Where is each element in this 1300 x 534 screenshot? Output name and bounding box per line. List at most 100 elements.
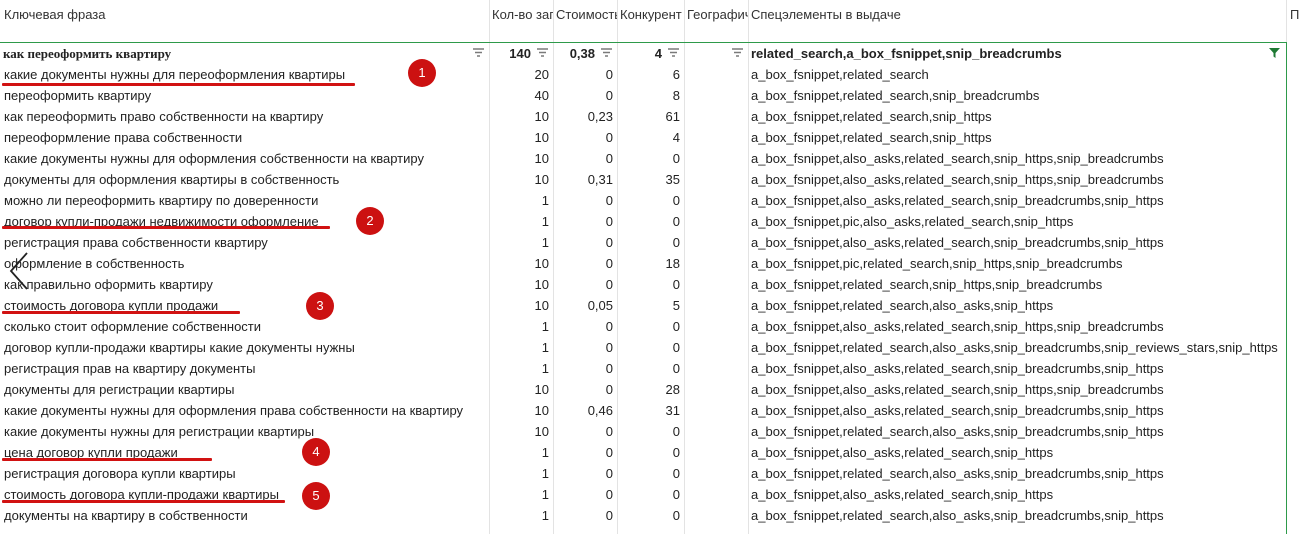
filter-icon[interactable] bbox=[732, 48, 743, 58]
competition-cell[interactable]: 35 bbox=[617, 169, 684, 190]
special-cell[interactable]: a_box_fsnippet,also_asks,related_search,… bbox=[748, 379, 1286, 400]
competition-cell[interactable]: 0 bbox=[617, 337, 684, 358]
count-cell[interactable]: 10 bbox=[489, 295, 553, 316]
cost-cell[interactable]: 0 bbox=[553, 190, 617, 211]
special-cell[interactable]: a_box_fsnippet,also_asks,related_search,… bbox=[748, 400, 1286, 421]
header-count[interactable]: Кол-во заг bbox=[489, 4, 553, 25]
special-cell[interactable]: a_box_fsnippet,also_asks,related_search,… bbox=[748, 232, 1286, 253]
cost-cell[interactable]: 0 bbox=[553, 379, 617, 400]
cost-cell[interactable]: 0 bbox=[553, 442, 617, 463]
cost-cell[interactable]: 0,23 bbox=[553, 106, 617, 127]
count-cell[interactable]: 10 bbox=[489, 106, 553, 127]
count-cell[interactable]: 1 bbox=[489, 190, 553, 211]
filter-icon[interactable] bbox=[668, 48, 679, 58]
special-cell[interactable]: a_box_fsnippet,also_asks,related_search,… bbox=[748, 442, 1286, 463]
header-phrase[interactable]: Ключевая фраза bbox=[0, 4, 489, 25]
competition-cell[interactable]: 0 bbox=[617, 463, 684, 484]
special-cell[interactable]: a_box_fsnippet,related_search,snip_https… bbox=[748, 274, 1286, 295]
cost-cell[interactable]: 0 bbox=[553, 253, 617, 274]
cost-cell[interactable]: 0 bbox=[553, 337, 617, 358]
count-cell[interactable]: 10 bbox=[489, 253, 553, 274]
cost-cell[interactable]: 0 bbox=[553, 421, 617, 442]
cost-cell[interactable]: 0,31 bbox=[553, 169, 617, 190]
header-cost[interactable]: Стоимость bbox=[553, 4, 617, 25]
phrase-cell[interactable]: документы для регистрации квартиры bbox=[0, 379, 489, 400]
count-cell[interactable]: 20 bbox=[489, 64, 553, 85]
count-cell[interactable]: 1 bbox=[489, 505, 553, 526]
competition-cell[interactable]: 31 bbox=[617, 400, 684, 421]
count-cell[interactable]: 10 bbox=[489, 148, 553, 169]
phrase-cell[interactable]: документы для оформления квартиры в собс… bbox=[0, 169, 489, 190]
competition-cell[interactable]: 0 bbox=[617, 316, 684, 337]
phrase-cell[interactable]: можно ли переоформить квартиру по довере… bbox=[0, 190, 489, 211]
cost-cell[interactable]: 0 bbox=[553, 358, 617, 379]
competition-cell[interactable]: 5 bbox=[617, 295, 684, 316]
special-cell[interactable]: a_box_fsnippet,also_asks,related_search,… bbox=[748, 190, 1286, 211]
filter-icon[interactable] bbox=[601, 48, 612, 58]
filter-icon[interactable] bbox=[473, 48, 484, 58]
filter-active-icon[interactable] bbox=[1269, 48, 1280, 58]
header-competition[interactable]: Конкурент bbox=[617, 4, 684, 25]
competition-cell[interactable]: 8 bbox=[617, 85, 684, 106]
cost-cell[interactable]: 0 bbox=[553, 316, 617, 337]
cost-cell[interactable]: 0 bbox=[553, 274, 617, 295]
phrase-cell[interactable]: какие документы нужны для оформления пра… bbox=[0, 400, 489, 421]
count-cell[interactable]: 1 bbox=[489, 211, 553, 232]
count-cell[interactable]: 1 bbox=[489, 232, 553, 253]
special-cell[interactable]: a_box_fsnippet,related_search,also_asks,… bbox=[748, 463, 1286, 484]
header-special[interactable]: Спецэлементы в выдаче bbox=[748, 4, 1286, 25]
cost-cell[interactable]: 0 bbox=[553, 211, 617, 232]
count-cell[interactable]: 10 bbox=[489, 421, 553, 442]
competition-cell[interactable]: 6 bbox=[617, 64, 684, 85]
count-cell[interactable]: 10 bbox=[489, 400, 553, 421]
phrase-cell[interactable]: договор купли-продажи квартиры какие док… bbox=[0, 337, 489, 358]
special-cell[interactable]: a_box_fsnippet,related_search,also_asks,… bbox=[748, 505, 1286, 526]
special-cell[interactable]: a_box_fsnippet,related_search bbox=[748, 64, 1286, 85]
phrase-cell[interactable]: переоформить квартиру bbox=[0, 85, 489, 106]
phrase-cell[interactable]: регистрация договора купли квартиры bbox=[0, 463, 489, 484]
competition-cell[interactable]: 18 bbox=[617, 253, 684, 274]
filter-icon[interactable] bbox=[537, 48, 548, 58]
count-cell[interactable]: 10 bbox=[489, 379, 553, 400]
count-cell[interactable]: 1 bbox=[489, 316, 553, 337]
cost-cell[interactable]: 0,05 bbox=[553, 295, 617, 316]
count-cell[interactable]: 1 bbox=[489, 358, 553, 379]
count-cell[interactable]: 1 bbox=[489, 337, 553, 358]
count-cell[interactable]: 1 bbox=[489, 484, 553, 505]
cost-cell[interactable]: 0 bbox=[553, 64, 617, 85]
special-cell[interactable]: a_box_fsnippet,related_search,snip_https bbox=[748, 127, 1286, 148]
phrase-cell[interactable]: документы на квартиру в собственности bbox=[0, 505, 489, 526]
phrase-cell[interactable]: какие документы нужны для регистрации кв… bbox=[0, 421, 489, 442]
special-cell[interactable]: a_box_fsnippet,related_search,also_asks,… bbox=[748, 337, 1286, 358]
phrase-cell[interactable]: регистрация прав на квартиру документы bbox=[0, 358, 489, 379]
special-cell[interactable]: a_box_fsnippet,also_asks,related_search,… bbox=[748, 148, 1286, 169]
special-cell[interactable]: a_box_fsnippet,pic,also_asks,related_sea… bbox=[748, 211, 1286, 232]
cost-cell[interactable]: 0 bbox=[553, 505, 617, 526]
count-cell[interactable]: 10 bbox=[489, 169, 553, 190]
count-cell[interactable]: 10 bbox=[489, 127, 553, 148]
count-cell[interactable]: 10 bbox=[489, 274, 553, 295]
special-cell[interactable]: a_box_fsnippet,related_search,snip_bread… bbox=[748, 85, 1286, 106]
cost-cell[interactable]: 0 bbox=[553, 232, 617, 253]
phrase-cell[interactable]: сколько стоит оформление собственности bbox=[0, 316, 489, 337]
special-cell[interactable]: a_box_fsnippet,pic,related_search,snip_h… bbox=[748, 253, 1286, 274]
phrase-cell[interactable]: регистрация права собственности квартиру bbox=[0, 232, 489, 253]
phrase-cell[interactable]: оформление в собственность bbox=[0, 253, 489, 274]
special-cell[interactable]: a_box_fsnippet,related_search,snip_https bbox=[748, 106, 1286, 127]
special-cell[interactable]: a_box_fsnippet,also_asks,related_search,… bbox=[748, 484, 1286, 505]
phrase-cell[interactable]: переоформление права собственности bbox=[0, 127, 489, 148]
count-cell[interactable]: 40 bbox=[489, 85, 553, 106]
competition-cell[interactable]: 0 bbox=[617, 274, 684, 295]
competition-cell[interactable]: 28 bbox=[617, 379, 684, 400]
phrase-cell[interactable]: как переоформить право собственности на … bbox=[0, 106, 489, 127]
special-cell[interactable]: a_box_fsnippet,also_asks,related_search,… bbox=[748, 358, 1286, 379]
cost-cell[interactable]: 0,46 bbox=[553, 400, 617, 421]
cost-cell[interactable]: 0 bbox=[553, 463, 617, 484]
cost-cell[interactable]: 0 bbox=[553, 85, 617, 106]
competition-cell[interactable]: 0 bbox=[617, 421, 684, 442]
competition-cell[interactable]: 0 bbox=[617, 358, 684, 379]
count-cell[interactable]: 1 bbox=[489, 442, 553, 463]
cost-cell[interactable]: 0 bbox=[553, 148, 617, 169]
competition-cell[interactable]: 4 bbox=[617, 127, 684, 148]
competition-cell[interactable]: 0 bbox=[617, 148, 684, 169]
